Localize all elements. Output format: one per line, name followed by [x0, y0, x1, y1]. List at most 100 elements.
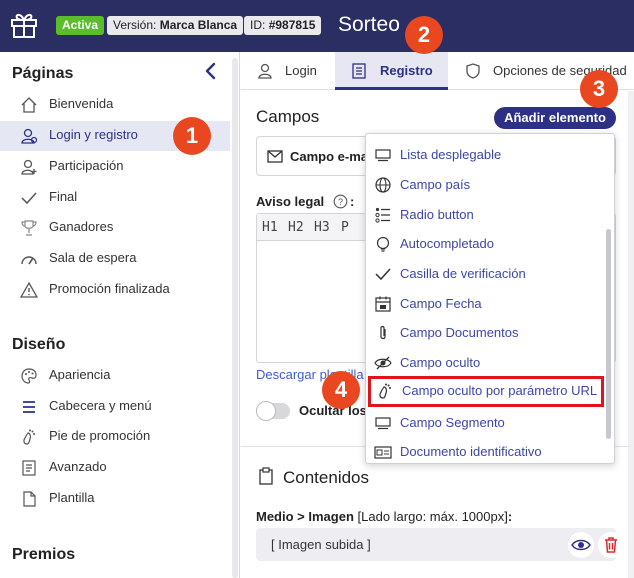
svg-text:?: ? — [338, 197, 343, 207]
sidebar-item-plantilla[interactable]: Plantilla — [0, 484, 230, 514]
clipboard-icon — [259, 467, 273, 485]
sidebar-item-final[interactable]: Final — [0, 183, 230, 213]
sidebar-item-promocion-finalizada[interactable]: Promoción finalizada — [0, 275, 230, 305]
sidebar-item-sala-espera[interactable]: Sala de espera — [0, 244, 230, 274]
sidebar-scrollbar[interactable] — [232, 58, 238, 578]
menu-item-label: Lista desplegable — [400, 147, 502, 162]
sidebar-item-label: Participación — [49, 158, 124, 173]
menu-item-campo-fecha[interactable]: Campo Fecha — [366, 289, 606, 318]
footprint-icon — [23, 429, 35, 445]
menu-item-label: Autocompletado — [400, 236, 494, 251]
check-icon — [21, 192, 37, 205]
tab-login[interactable]: Login — [251, 52, 337, 90]
main-scrollbar[interactable] — [628, 91, 634, 578]
sidebar-item-apariencia[interactable]: Apariencia — [0, 361, 230, 391]
sidebar-item-bienvenida[interactable]: Bienvenida — [0, 90, 230, 120]
menu-item-label: Campo Documentos — [400, 325, 519, 340]
gift-icon[interactable] — [9, 10, 39, 40]
step-marker-4: 4 — [322, 371, 360, 409]
h3-button[interactable]: H3 — [314, 220, 330, 235]
id-label: ID: — [250, 18, 266, 32]
sidebar-item-label: Ganadores — [49, 219, 114, 234]
h1-button[interactable]: H1 — [262, 220, 278, 235]
segment-icon — [375, 417, 391, 430]
dropdown-scrollbar[interactable] — [606, 229, 611, 439]
legal-notice-colon: : — [350, 194, 355, 209]
add-element-dropdown: Lista desplegable Campo país Radio butto… — [365, 133, 615, 464]
hide-toggle[interactable] — [256, 401, 290, 421]
paperclip-icon — [380, 325, 386, 340]
menu-item-campo-documentos[interactable]: Campo Documentos — [366, 318, 606, 347]
menu-item-radio-button[interactable]: Radio button — [366, 200, 606, 229]
legal-notice-label: Aviso legal — [256, 194, 325, 209]
menu-icon — [23, 401, 35, 413]
menu-item-campo-oculto-url[interactable]: Campo oculto por parámetro URL — [368, 376, 604, 407]
menu-item-campo-oculto[interactable]: Campo oculto — [366, 348, 606, 377]
palette-icon — [21, 368, 37, 384]
uploaded-image-field[interactable]: [ Imagen subida ] — [256, 528, 624, 561]
sidebar-item-ganadores[interactable]: Ganadores — [0, 213, 230, 243]
sidebar-item-avanzado[interactable]: Avanzado — [0, 453, 230, 483]
file-icon — [23, 491, 36, 507]
user-icon — [21, 128, 38, 144]
id-badge: ID: #987815 — [244, 16, 322, 35]
paragraph-button[interactable]: P — [341, 220, 349, 235]
step-marker-2: 2 — [405, 16, 443, 54]
trash-icon — [605, 537, 617, 553]
menu-item-lista-desplegable[interactable]: Lista desplegable — [366, 140, 606, 169]
sidebar-item-cabecera-menu[interactable]: Cabecera y menú — [0, 392, 230, 422]
sidebar-item-label: Apariencia — [49, 367, 111, 382]
warning-icon — [20, 281, 38, 298]
menu-item-label: Campo Fecha — [400, 296, 482, 311]
menu-item-campo-pais[interactable]: Campo país — [366, 170, 606, 199]
version-value: Marca Blanca — [159, 18, 238, 32]
menu-item-casilla-verificacion[interactable]: Casilla de verificación — [366, 259, 606, 288]
page-title: Sorteo — [338, 13, 400, 36]
sidebar-item-label: Final — [49, 189, 78, 204]
sidebar-item-pie-promocion[interactable]: Pie de promoción — [0, 422, 230, 452]
help-icon[interactable]: ? — [333, 194, 348, 209]
sidebar-item-label: Promoción finalizada — [49, 281, 170, 296]
form-icon — [352, 63, 366, 79]
user-plus-icon — [21, 159, 37, 175]
sidebar-item-label: Cabecera y menú — [49, 398, 152, 413]
add-element-button[interactable]: Añadir elemento — [494, 107, 616, 129]
home-icon — [21, 97, 37, 113]
id-value: #987815 — [268, 18, 316, 32]
field-card-label: Campo e-mail — [290, 149, 376, 164]
check-icon — [375, 268, 391, 281]
menu-item-label: Casilla de verificación — [400, 266, 526, 281]
sidebar-item-participacion[interactable]: Participación — [0, 152, 230, 182]
tab-label: Login — [285, 63, 317, 78]
preview-button[interactable] — [568, 532, 594, 558]
section-title-campos: Campos — [256, 107, 320, 126]
step-marker-1: 1 — [173, 117, 211, 155]
top-header: Activa Versión: Marca Blanca ID: #987815… — [0, 0, 634, 52]
version-label: Versión: — [113, 18, 157, 32]
eye-off-icon — [374, 356, 392, 370]
sidebar-item-label: Avanzado — [49, 459, 107, 474]
footprint-icon — [379, 383, 391, 399]
user-icon — [258, 63, 272, 79]
menu-item-label: Campo Segmento — [400, 415, 505, 430]
status-badge: Activa — [56, 16, 105, 35]
chevron-left-icon[interactable] — [202, 62, 218, 80]
tab-registro[interactable]: Registro — [335, 52, 448, 90]
sidebar-item-label: Login y registro — [49, 127, 138, 142]
menu-item-documento-identificativo[interactable]: Documento identificativo — [366, 437, 606, 463]
menu-item-label: Campo país — [400, 177, 471, 192]
menu-item-campo-segmento[interactable]: Campo Segmento — [366, 408, 606, 437]
menu-item-label: Documento identificativo — [400, 444, 542, 459]
sidebar-item-label: Bienvenida — [49, 96, 114, 111]
step-marker-3: 3 — [580, 70, 618, 108]
delete-button[interactable] — [598, 532, 624, 558]
tab-label: Registro — [380, 63, 433, 78]
sidebar-item-label: Pie de promoción — [49, 428, 151, 443]
menu-item-autocompletado[interactable]: Autocompletado — [366, 229, 606, 258]
speedometer-icon — [21, 256, 37, 265]
media-colon: : — [507, 509, 513, 524]
media-label-text: Medio > Imagen — [256, 509, 354, 524]
tab-bar: Login Registro Opciones de seguridad — [241, 52, 634, 90]
h2-button[interactable]: H2 — [288, 220, 304, 235]
menu-item-label: Campo oculto — [400, 355, 481, 370]
